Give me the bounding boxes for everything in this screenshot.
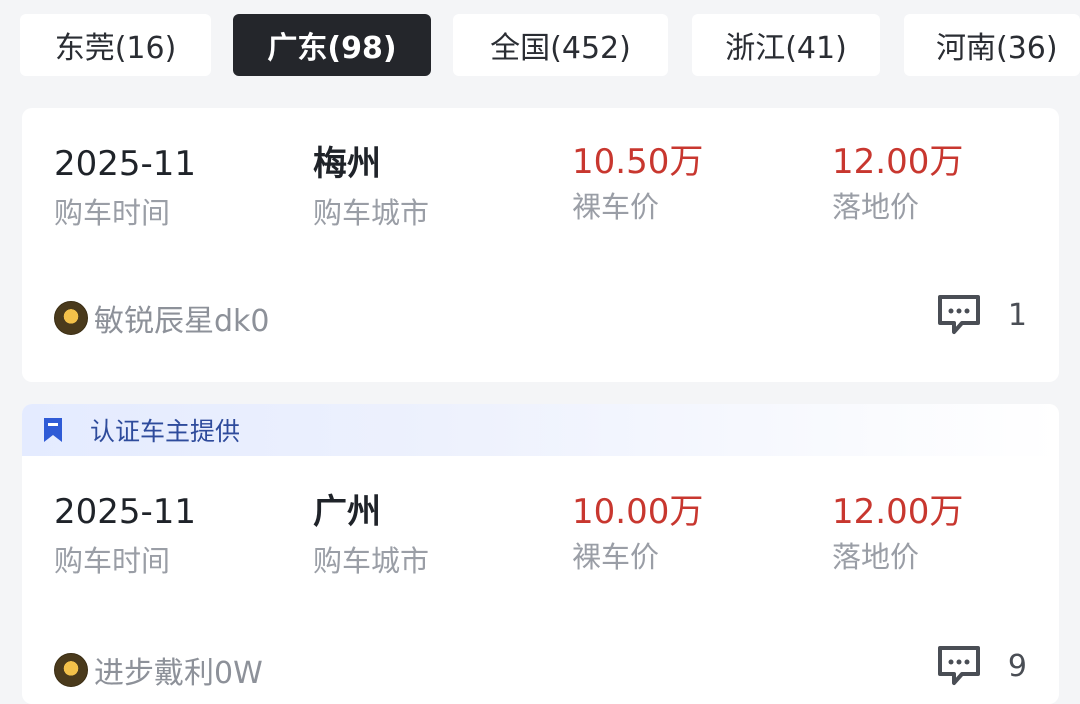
comment-count: 9 (1007, 648, 1027, 684)
bare-price-value: 10.00万 (572, 492, 704, 532)
landed-price-label: 落地价 (832, 190, 920, 224)
tab-dongguan[interactable]: 东莞(16) (20, 14, 211, 76)
purchase-city-value: 梅州 (313, 144, 381, 184)
tab-henan[interactable]: 河南(36) (904, 14, 1080, 76)
verified-owner-label: 认证车主提供 (90, 417, 241, 446)
comment-count: 1 (1007, 297, 1027, 333)
purchase-time-field: 2025-11 购车时间 (54, 492, 196, 579)
landed-price-value: 12.00万 (832, 492, 964, 532)
purchase-time-field: 2025-11 购车时间 (54, 144, 196, 231)
purchase-city-value: 广州 (313, 492, 381, 532)
username: 进步戴利0W (94, 656, 263, 691)
purchase-city-label: 购车城市 (313, 196, 430, 230)
purchase-city-label: 购车城市 (313, 544, 430, 578)
user-info[interactable]: 进步戴利0W (54, 648, 263, 692)
verified-owner-banner: 认证车主提供 (22, 404, 1059, 456)
comment-button[interactable]: 1 (936, 293, 1027, 337)
landed-price-field: 12.00万 落地价 (832, 142, 963, 225)
tab-nationwide[interactable]: 全国(452) (453, 14, 668, 76)
region-filter-tabs: 东莞(16) 广东(98) 全国(452) 浙江(41) 河南(36) (0, 0, 1080, 90)
purchase-city-field: 梅州 购车城市 (313, 144, 429, 231)
bare-price-value: 10.50万 (572, 142, 704, 182)
bare-price-label: 裸车价 (572, 540, 660, 574)
tab-guangdong[interactable]: 广东(98) (233, 14, 431, 76)
price-record-card[interactable]: 认证车主提供 2025-11 购车时间 广州 购车城市 10.00万 裸车价 1… (22, 404, 1059, 704)
bare-price-field: 10.00万 裸车价 (572, 492, 703, 575)
comment-bubble-icon (937, 295, 980, 334)
landed-price-value: 12.00万 (832, 142, 964, 182)
comment-bubble-icon (937, 646, 980, 685)
purchase-time-value: 2025-11 (54, 492, 197, 532)
bare-price-field: 10.50万 裸车价 (572, 142, 703, 225)
price-record-card[interactable]: 2025-11 购车时间 梅州 购车城市 10.50万 裸车价 12.00万 落… (22, 108, 1059, 382)
purchase-time-value: 2025-11 (54, 144, 197, 184)
bare-price-label: 裸车价 (572, 190, 660, 224)
purchase-time-label: 购车时间 (54, 196, 171, 230)
purchase-city-field: 广州 购车城市 (313, 492, 429, 579)
landed-price-label: 落地价 (832, 540, 920, 574)
bookmark-icon (44, 418, 62, 442)
tab-zhejiang[interactable]: 浙江(41) (692, 14, 880, 76)
tiger-avatar (54, 653, 88, 687)
user-info[interactable]: 敏锐辰星dk0 (54, 296, 270, 340)
purchase-time-label: 购车时间 (54, 544, 171, 578)
comment-button[interactable]: 9 (936, 644, 1027, 688)
username: 敏锐辰星dk0 (94, 304, 270, 339)
tiger-avatar (54, 301, 88, 335)
landed-price-field: 12.00万 落地价 (832, 492, 963, 575)
